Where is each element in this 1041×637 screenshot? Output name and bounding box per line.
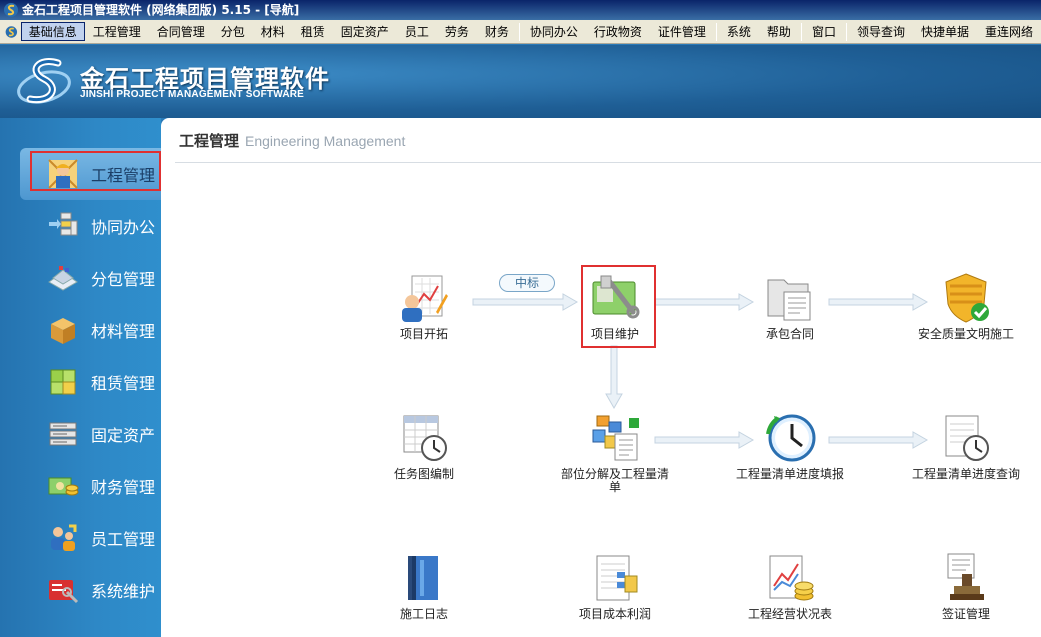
menu-finance[interactable]: 财务 xyxy=(477,22,517,41)
node-project-develop[interactable]: 项目开拓 xyxy=(369,272,479,341)
menu-leader-query[interactable]: 领导查询 xyxy=(849,22,913,41)
menu-collaboration[interactable]: 协同办公 xyxy=(522,22,586,41)
task-schedule-icon xyxy=(403,415,447,461)
material-box-icon xyxy=(51,318,75,344)
menu-window[interactable]: 窗口 xyxy=(804,22,844,41)
sidebar-item-subcontract[interactable]: 分包管理 xyxy=(20,252,161,304)
subcontract-icon xyxy=(48,266,78,291)
sidebar-item-label: 材料管理 xyxy=(91,322,156,341)
collaboration-icon xyxy=(49,212,78,236)
node-label: 签证管理 xyxy=(941,607,990,621)
app-header: 金石工程项目管理软件 JINSHI PROJECT MANAGEMENT SOF… xyxy=(0,45,1041,118)
menu-fixed-assets[interactable]: 固定资产 xyxy=(333,22,397,41)
node-label: 工程量清单进度查询 xyxy=(911,467,1020,481)
menu-subcontract[interactable]: 分包 xyxy=(213,22,253,41)
progress-clock-icon xyxy=(766,414,816,462)
cost-profit-icon xyxy=(596,555,638,601)
menu-separator xyxy=(800,22,802,41)
app-logo-icon xyxy=(4,3,18,17)
menu-app-icon xyxy=(5,25,18,38)
node-label: 工程经营状况表 xyxy=(747,607,832,621)
app-window: 金石工程项目管理软件 (网络集团版) 5.15 - [导航] 基础信息 工程管理… xyxy=(0,0,1041,637)
node-progress-query[interactable]: 工程量清单进度查询 xyxy=(911,412,1021,481)
menu-quick-docs[interactable]: 快捷单据 xyxy=(913,22,977,41)
money-icon xyxy=(48,477,79,496)
progress-query-icon xyxy=(945,415,989,461)
node-label: 部位分解及工程量清单 xyxy=(560,467,669,494)
menu-bar: 基础信息 工程管理 合同管理 分包 材料 租赁 固定资产 员工 劳务 财务 协同… xyxy=(0,20,1041,44)
contract-folder-icon xyxy=(767,279,811,321)
project-maintain-icon xyxy=(592,275,640,319)
sidebar-item-label: 固定资产 xyxy=(91,426,156,445)
menu-system[interactable]: 系统 xyxy=(719,22,759,41)
node-safety[interactable]: 安全质量文明施工 xyxy=(911,272,1021,341)
main-panel: 工程管理 Engineering Management 中标 项目开拓 项目维护… xyxy=(161,118,1041,637)
title-bar: 金石工程项目管理软件 (网络集团版) 5.15 - [导航] xyxy=(0,0,1041,20)
menu-material[interactable]: 材料 xyxy=(253,22,293,41)
menu-reconnect[interactable]: 重连网络 xyxy=(977,22,1041,41)
sidebar-item-lease[interactable]: 租赁管理 xyxy=(20,356,161,408)
node-project-maintain[interactable]: 项目维护 xyxy=(560,272,670,341)
staff-icon xyxy=(51,524,77,551)
menu-separator xyxy=(518,22,520,41)
brand-name-en: JINSHI PROJECT MANAGEMENT SOFTWARE xyxy=(80,89,305,100)
menu-admin-supplies[interactable]: 行政物资 xyxy=(586,22,650,41)
node-construction-log[interactable]: 施工日志 xyxy=(369,552,479,621)
menu-contract[interactable]: 合同管理 xyxy=(149,22,213,41)
sidebar-item-staff[interactable]: 员工管理 xyxy=(20,512,161,564)
node-visa-management[interactable]: 签证管理 xyxy=(911,552,1021,621)
node-progress-fill[interactable]: 工程量清单进度填报 xyxy=(735,412,845,481)
construction-log-icon xyxy=(408,556,438,600)
sidebar-item-engineering[interactable]: 工程管理 xyxy=(20,148,161,200)
safety-shield-icon xyxy=(945,273,989,323)
node-label: 项目开拓 xyxy=(399,327,448,341)
node-label: 工程量清单进度填报 xyxy=(735,467,844,481)
menu-lease[interactable]: 租赁 xyxy=(293,22,333,41)
menu-separator xyxy=(715,22,717,41)
menu-engineering[interactable]: 工程管理 xyxy=(85,22,149,41)
menu-basic-info[interactable]: 基础信息 xyxy=(20,22,85,41)
menu-labor[interactable]: 劳务 xyxy=(437,22,477,41)
lease-cubes-icon xyxy=(50,369,76,395)
sidebar-item-label: 分包管理 xyxy=(91,270,156,289)
arrow-maintain-to-breakdown xyxy=(605,345,623,410)
sidebar-item-fixed-assets[interactable]: 固定资产 xyxy=(20,408,161,460)
node-label: 施工日志 xyxy=(399,607,448,621)
menu-staff[interactable]: 员工 xyxy=(397,22,437,41)
engineer-icon xyxy=(48,159,78,189)
sidebar-item-collaboration[interactable]: 协同办公 xyxy=(20,200,161,252)
sidebar-item-label: 工程管理 xyxy=(91,166,156,185)
menu-certificates[interactable]: 证件管理 xyxy=(650,22,714,41)
menu-help[interactable]: 帮助 xyxy=(759,22,799,41)
node-contract[interactable]: 承包合同 xyxy=(735,272,845,341)
system-tools-icon xyxy=(49,580,79,604)
window-title: 金石工程项目管理软件 (网络集团版) 5.15 - [导航] xyxy=(22,3,300,17)
sidebar-item-system[interactable]: 系统维护 xyxy=(20,564,161,616)
sidebar-item-label: 员工管理 xyxy=(91,530,156,549)
sidebar-item-label: 租赁管理 xyxy=(91,374,156,393)
visa-stamp-icon xyxy=(947,553,984,600)
sidebar-item-finance[interactable]: 财务管理 xyxy=(20,460,161,512)
node-label: 项目维护 xyxy=(590,327,639,341)
node-breakdown[interactable]: 部位分解及工程量清单 xyxy=(560,412,670,494)
brand-logo-icon xyxy=(17,58,71,104)
breakdown-icon xyxy=(592,415,639,461)
node-label: 项目成本利润 xyxy=(578,607,651,621)
node-task-schedule[interactable]: 任务图编制 xyxy=(369,412,479,481)
business-status-icon xyxy=(769,555,814,601)
node-business-status[interactable]: 工程经营状况表 xyxy=(735,552,845,621)
sidebar-item-label: 协同办公 xyxy=(91,218,156,237)
sidebar-item-material[interactable]: 材料管理 xyxy=(20,304,161,356)
server-rack-icon xyxy=(49,422,77,446)
flow-label-win-bid: 中标 xyxy=(499,274,555,292)
menu-separator xyxy=(845,22,847,41)
sidebar-item-label: 系统维护 xyxy=(91,582,156,601)
sidebar: 工程管理 协同办公 分包管理 材料管理 租赁管理 固定资产 财务管理 员工管理 … xyxy=(0,118,161,637)
node-label: 安全质量文明施工 xyxy=(917,327,1014,341)
sidebar-item-label: 财务管理 xyxy=(91,478,156,497)
node-label: 承包合同 xyxy=(765,327,814,341)
node-label: 任务图编制 xyxy=(393,467,454,481)
node-cost-profit[interactable]: 项目成本利润 xyxy=(560,552,670,621)
project-develop-icon xyxy=(402,275,448,322)
